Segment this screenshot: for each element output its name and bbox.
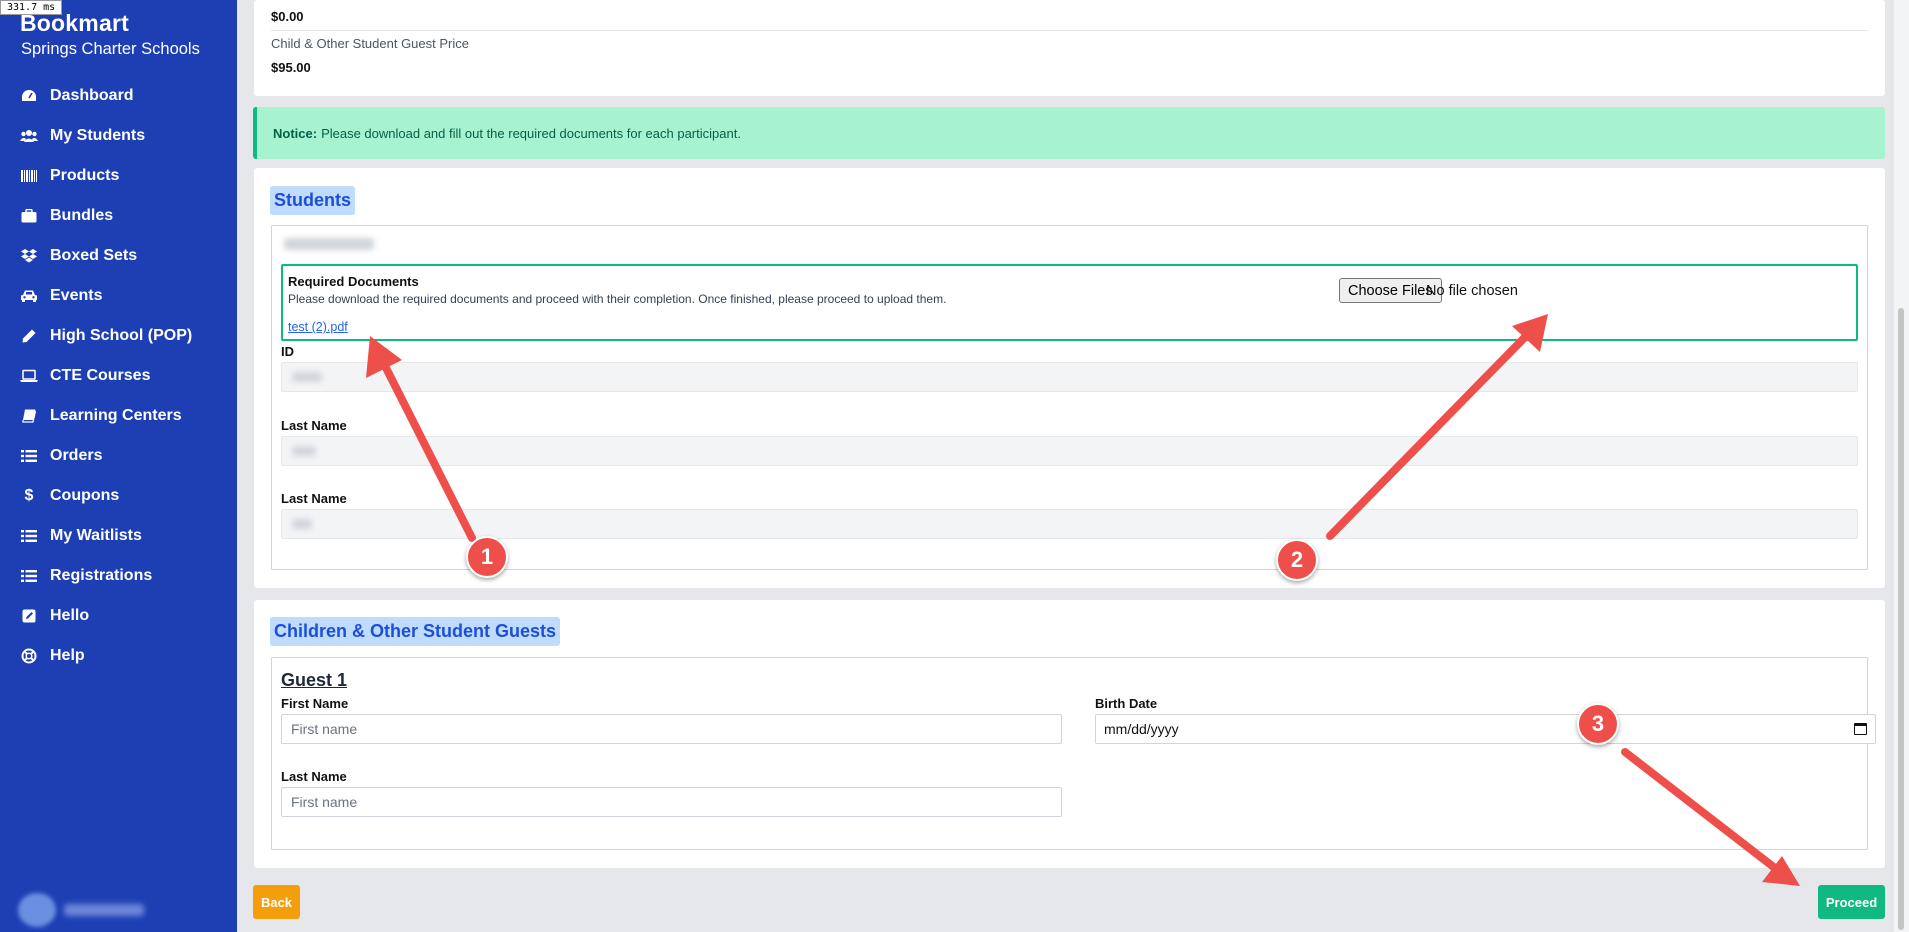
- sidebar-item-learning-centers[interactable]: Learning Centers: [0, 396, 237, 436]
- notice-text: Please download and fill out the require…: [321, 125, 741, 141]
- scrollbar-thumb[interactable]: [1898, 308, 1904, 930]
- proceed-button[interactable]: Proceed: [1818, 885, 1885, 919]
- student-name-redacted: [284, 238, 374, 250]
- list-icon: [20, 528, 38, 544]
- birth-date-placeholder: mm/dd/yyyy: [1104, 721, 1179, 737]
- sidebar-item-registrations[interactable]: Registrations: [0, 556, 237, 596]
- birth-date-label: Birth Date: [1095, 696, 1158, 711]
- sidebar-item-label: My Waitlists: [50, 527, 142, 544]
- dropbox-icon: [20, 248, 38, 264]
- sidebar-item-bundles[interactable]: Bundles: [0, 196, 237, 236]
- annotation-badge: 1: [466, 536, 508, 578]
- sidebar-item-boxed-sets[interactable]: Boxed Sets: [0, 236, 237, 276]
- file-status: No file chosen: [1426, 283, 1518, 299]
- sidebar-item-cte-courses[interactable]: CTE Courses: [0, 356, 237, 396]
- sidebar-item-label: Learning Centers: [50, 407, 182, 424]
- last-name-input[interactable]: [281, 787, 1062, 817]
- sidebar-nav: Dashboard My Students Products Bundles B…: [0, 76, 237, 676]
- sidebar-item-label: Registrations: [50, 567, 153, 584]
- brand-subtitle: Springs Charter Schools: [21, 40, 200, 58]
- guests-title: Children & Other Student Guests: [270, 617, 561, 646]
- annotation-badge: 3: [1577, 703, 1619, 745]
- guest-price-label: Child & Other Student Guest Price: [271, 36, 469, 51]
- divider: [271, 30, 1868, 31]
- edit-square-icon: [20, 608, 38, 624]
- barcode-icon: [20, 168, 38, 184]
- id-label: ID: [281, 344, 294, 359]
- back-button[interactable]: Back: [253, 885, 300, 919]
- required-documents-box: Required Documents Please download the r…: [281, 264, 1858, 341]
- sidebar-item-label: CTE Courses: [50, 367, 151, 384]
- calendar-icon[interactable]: [1854, 723, 1867, 735]
- sidebar-item-label: Orders: [50, 447, 103, 464]
- sidebar-item-label: Bundles: [50, 207, 114, 224]
- annotation-badge: 2: [1276, 539, 1318, 581]
- book-icon: [20, 408, 38, 424]
- id-value-redacted: [292, 372, 322, 382]
- last-name-field: [281, 509, 1858, 539]
- first-name-input[interactable]: [281, 714, 1062, 744]
- list-icon: [20, 448, 38, 464]
- pricing-card: $0.00 Child & Other Student Guest Price …: [254, 0, 1885, 96]
- briefcase-icon: [20, 208, 38, 224]
- users-icon: [20, 128, 38, 144]
- car-icon: [20, 288, 38, 304]
- student-entry: Required Documents Please download the r…: [271, 225, 1868, 570]
- price-value: $0.00: [271, 9, 304, 24]
- sidebar-item-label: Dashboard: [50, 87, 134, 104]
- last-name-label: Last Name: [281, 769, 347, 784]
- guest-heading: Guest 1: [281, 670, 348, 690]
- guest-price-value: $95.00: [271, 60, 311, 75]
- notice-prefix: Notice:: [273, 125, 318, 141]
- list-icon: [20, 568, 38, 584]
- sidebar-item-label: Events: [50, 287, 103, 304]
- sidebar-item-dashboard[interactable]: Dashboard: [0, 76, 237, 116]
- pencil-icon: [20, 328, 38, 344]
- sidebar-item-label: Coupons: [50, 487, 120, 504]
- sidebar: Bookmart Springs Charter Schools Dashboa…: [0, 0, 237, 932]
- sidebar-item-label: High School (POP): [50, 327, 193, 344]
- sidebar-item-label: Help: [50, 647, 85, 664]
- sidebar-item-label: Boxed Sets: [50, 247, 138, 264]
- sidebar-item-orders[interactable]: Orders: [0, 436, 237, 476]
- timing-readout: 331.7 ms: [0, 0, 63, 15]
- students-card: Students Required Documents Please downl…: [254, 168, 1885, 588]
- notice-banner: Notice: Please download and fill out the…: [253, 107, 1885, 159]
- dollar-icon: $: [24, 487, 34, 504]
- user-name-redacted: [64, 904, 144, 916]
- required-documents-title: Required Documents: [288, 274, 419, 289]
- sidebar-item-my-students[interactable]: My Students: [0, 116, 237, 156]
- sidebar-item-events[interactable]: Events: [0, 276, 237, 316]
- last-name-label: Last Name: [281, 418, 347, 433]
- document-download-link[interactable]: test (2).pdf: [288, 320, 348, 334]
- avatar: [18, 893, 56, 927]
- guest-entry: Guest 1 First Name Birth Date mm/dd/yyyy…: [271, 657, 1876, 850]
- first-name-label: First Name: [281, 696, 349, 711]
- sidebar-item-my-waitlists[interactable]: My Waitlists: [0, 516, 237, 556]
- last-name-value-redacted: [292, 519, 312, 529]
- guests-card: Children & Other Student Guests Guest 1 …: [254, 600, 1885, 868]
- sidebar-item-products[interactable]: Products: [0, 156, 237, 196]
- last-name-value-redacted: [292, 446, 316, 456]
- required-documents-description: Please download the required documents a…: [288, 292, 947, 306]
- sidebar-item-high-school[interactable]: High School (POP): [0, 316, 237, 356]
- sidebar-item-label: My Students: [50, 127, 146, 144]
- last-name-label: Last Name: [281, 491, 347, 506]
- user-profile[interactable]: [18, 893, 144, 927]
- sidebar-item-label: Products: [50, 167, 120, 184]
- sidebar-item-label: Hello: [50, 607, 90, 624]
- lifebuoy-icon: [20, 648, 38, 664]
- last-name-field: [281, 436, 1858, 466]
- birth-date-input[interactable]: mm/dd/yyyy: [1095, 714, 1876, 744]
- dashboard-icon: [20, 88, 38, 104]
- id-field: [281, 362, 1858, 392]
- sidebar-item-hello[interactable]: Hello: [0, 596, 237, 636]
- students-title: Students: [270, 186, 356, 215]
- sidebar-item-coupons[interactable]: $ Coupons: [0, 476, 237, 516]
- laptop-icon: [20, 368, 38, 384]
- sidebar-item-help[interactable]: Help: [0, 636, 237, 676]
